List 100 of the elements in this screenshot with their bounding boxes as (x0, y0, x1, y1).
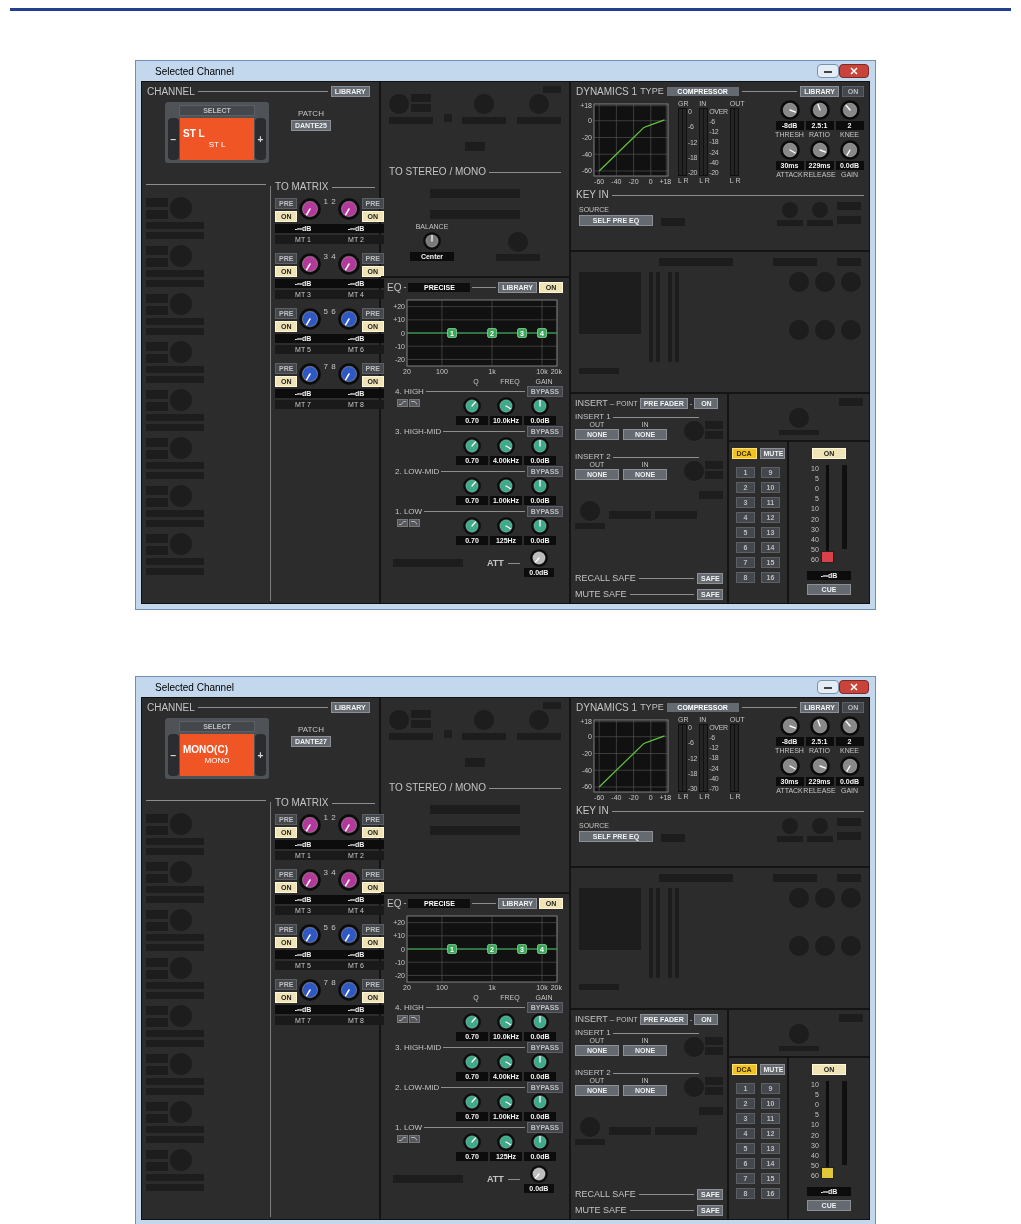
label: ATT (487, 558, 504, 568)
close-button[interactable] (839, 64, 869, 78)
cut-shape-icon[interactable] (409, 519, 420, 527)
channel-name: MONO(C) (183, 744, 229, 756)
knob[interactable] (337, 198, 360, 220)
label: - (689, 1015, 693, 1024)
label: PATCH (298, 110, 324, 118)
knob[interactable] (299, 363, 322, 385)
cut-shape-icon[interactable] (409, 1135, 420, 1143)
knob[interactable] (463, 1093, 481, 1111)
next-channel-button[interactable]: + (255, 118, 266, 160)
knob[interactable] (337, 869, 360, 891)
knob[interactable] (839, 716, 860, 736)
knob[interactable] (497, 1053, 515, 1071)
cut-shape-icon[interactable] (409, 399, 420, 407)
previous-channel-button[interactable]: − (168, 118, 179, 160)
knob[interactable] (299, 308, 322, 330)
knob[interactable] (299, 979, 322, 1001)
knob[interactable] (531, 1013, 549, 1031)
knob[interactable] (299, 924, 322, 946)
section-title: KEY IN (576, 190, 609, 200)
knob[interactable] (531, 1053, 549, 1071)
knob[interactable] (497, 517, 515, 535)
knob[interactable] (463, 477, 481, 495)
knob[interactable] (497, 1093, 515, 1111)
close-button[interactable] (839, 680, 869, 694)
knob[interactable] (299, 253, 322, 275)
band-name: 2. LOW-MID (395, 467, 440, 476)
knob[interactable] (497, 1013, 515, 1031)
minimize-button[interactable] (817, 64, 839, 78)
knob[interactable] (779, 100, 800, 120)
level-meter (678, 108, 687, 176)
knob[interactable] (531, 437, 549, 455)
send-number: 3 (323, 253, 328, 261)
knob[interactable] (337, 924, 360, 946)
knob[interactable] (531, 397, 549, 415)
knob[interactable] (809, 716, 830, 736)
level-meter (699, 108, 709, 176)
label: - (403, 283, 407, 292)
knob[interactable] (463, 397, 481, 415)
knob[interactable] (779, 140, 800, 160)
knob[interactable] (809, 140, 830, 160)
knob[interactable] (337, 979, 360, 1001)
knob[interactable] (529, 549, 548, 567)
knob[interactable] (809, 100, 830, 120)
label: INSERT 2 (575, 1069, 611, 1077)
shelf-shape-icon[interactable] (397, 399, 408, 407)
knob[interactable] (497, 1133, 515, 1151)
section-title: EQ (387, 898, 402, 909)
section-title: INSERT (575, 1015, 608, 1024)
knob[interactable] (779, 756, 800, 776)
knob[interactable] (809, 756, 830, 776)
knob[interactable] (337, 814, 360, 836)
knob[interactable] (531, 1093, 549, 1111)
knob[interactable] (337, 308, 360, 330)
knob[interactable] (463, 1013, 481, 1031)
knob[interactable] (531, 477, 549, 495)
shelf-shape-icon[interactable] (397, 519, 408, 527)
cut-shape-icon[interactable] (409, 1015, 420, 1023)
minimize-button[interactable] (817, 680, 839, 694)
knob[interactable] (839, 140, 860, 160)
knob[interactable] (497, 397, 515, 415)
next-channel-button[interactable]: + (255, 734, 266, 776)
knob[interactable] (299, 198, 322, 220)
previous-channel-button[interactable]: − (168, 734, 179, 776)
knob[interactable] (839, 100, 860, 120)
section-title: CHANNEL (147, 702, 195, 713)
minimize-icon (824, 685, 832, 689)
level-meter (699, 724, 709, 792)
section-title: TO MATRIX (275, 182, 329, 192)
band-name: 2. LOW-MID (395, 1083, 440, 1092)
band-name: 1. LOW (395, 1123, 423, 1132)
knob[interactable] (531, 517, 549, 535)
knob[interactable] (463, 517, 481, 535)
level-meter (729, 108, 739, 176)
knob[interactable] (531, 1133, 549, 1151)
knob[interactable] (463, 437, 481, 455)
knob[interactable] (337, 363, 360, 385)
knob[interactable] (337, 253, 360, 275)
band-name: 3. HIGH-MID (395, 427, 442, 436)
label: - (403, 899, 407, 908)
knob[interactable] (497, 477, 515, 495)
label: INSERT 1 (575, 1029, 611, 1037)
shelf-shape-icon[interactable] (397, 1135, 408, 1143)
window-title: Selected Channel (155, 680, 235, 695)
shelf-shape-icon[interactable] (397, 1015, 408, 1023)
fader-cap[interactable] (820, 1167, 834, 1179)
knob[interactable] (779, 716, 800, 736)
knob[interactable] (839, 756, 860, 776)
channel-short-name: ST L (207, 140, 227, 150)
section-title: KEY IN (576, 806, 609, 816)
knob[interactable] (423, 232, 441, 250)
knob[interactable] (529, 1165, 548, 1183)
knob[interactable] (299, 814, 322, 836)
knob[interactable] (497, 437, 515, 455)
channel-short-name: MONO (203, 756, 231, 766)
knob[interactable] (299, 869, 322, 891)
knob[interactable] (463, 1133, 481, 1151)
label: INSERT 1 (575, 413, 611, 421)
knob[interactable] (463, 1053, 481, 1071)
